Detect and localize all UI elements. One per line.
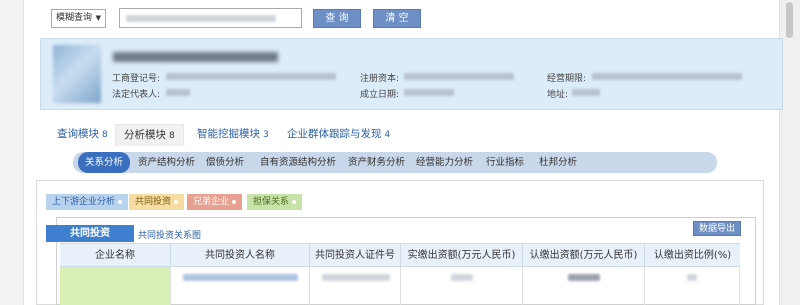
scrollbar-thumb[interactable] [786, 2, 793, 38]
cell-value-redacted [183, 274, 298, 281]
tab-query-module[interactable]: 查询模块 8 [57, 124, 108, 146]
dot-icon [118, 199, 123, 204]
tab-label: 分析模块 [124, 129, 166, 141]
dot-icon [292, 199, 297, 204]
subnav-item-own-resources[interactable]: 自有资源结构分析 [260, 152, 336, 173]
tab-co-investment[interactable]: 共同投资 [46, 225, 134, 242]
cell-value-redacted [451, 274, 473, 281]
search-input-value-redacted [126, 15, 276, 22]
field-value-redacted [404, 73, 514, 80]
tab-label: 智能挖掘模块 [197, 128, 260, 140]
tab-analysis-module[interactable]: 分析模块 8 [115, 124, 184, 146]
field-value-redacted [592, 73, 742, 80]
tab-count: 4 [384, 130, 391, 140]
table-cell-subscribed-capital [522, 267, 644, 305]
table-header: 企业名称 共同投资人名称 共同投资人证件号 实缴出资额(万元人民币) 认缴出资额… [60, 243, 740, 267]
subnav-item-dupont[interactable]: 杜邦分析 [539, 152, 577, 173]
co-investment-graph-link[interactable]: 共同投资关系图 [138, 228, 201, 241]
analysis-subnav: 关系分析 资产结构分析 偿债分析 自有资源结构分析 资产财务分析 经营能力分析 … [73, 152, 717, 173]
column-header: 实缴出资额(万元人民币) [400, 244, 522, 267]
search-input[interactable] [119, 8, 302, 28]
column-header: 认缴出资额(万元人民币) [522, 244, 644, 267]
vertical-scrollbar[interactable] [780, 0, 800, 305]
chevron-down-icon: ▼ [95, 14, 101, 22]
table-cell-investor [170, 267, 309, 305]
company-name-redacted [113, 52, 278, 62]
field-value-redacted [166, 73, 336, 80]
column-header: 共同投资人证件号 [309, 244, 400, 267]
table-cell-paid-capital [400, 267, 522, 305]
clear-button[interactable]: 清 空 [373, 9, 421, 28]
column-header: 企业名称 [95, 250, 135, 261]
subnav-item-industry[interactable]: 行业指标 [486, 152, 524, 173]
tag-co-investment[interactable]: 共同投资 [129, 194, 185, 210]
column-header: 认缴出资比例(%) [644, 244, 740, 267]
field-value-redacted [166, 89, 190, 96]
company-logo-redacted [53, 45, 101, 103]
main-tabs: 查询模块 8 分析模块 8 智能挖掘模块 3 企业群体跟踪与发现 4 [0, 124, 780, 146]
field-label-established: 成立日期: [360, 90, 400, 100]
table-cell-id [309, 267, 400, 305]
field-value-redacted [404, 89, 454, 96]
tab-count: 3 [263, 130, 269, 140]
tab-group-tracking[interactable]: 企业群体跟踪与发现 4 [287, 124, 390, 146]
tag-label: 上下游企业分析 [52, 197, 116, 207]
subnav-item-operating[interactable]: 经营能力分析 [416, 152, 473, 173]
tag-label: 兄弟企业 [193, 197, 230, 207]
column-header: 共同投资人名称 [170, 244, 309, 267]
dot-icon [232, 199, 237, 204]
cell-value-redacted [687, 274, 697, 281]
subnav-item-relation[interactable]: 关系分析 [78, 152, 131, 173]
tag-label: 担保关系 [253, 197, 290, 207]
tag-upstream-downstream[interactable]: 上下游企业分析 [46, 194, 129, 210]
query-button[interactable]: 查 询 [313, 9, 361, 28]
tab-label: 查询模块 [57, 128, 99, 140]
table-cell-company [60, 267, 170, 305]
tag-sibling-company[interactable]: 兄弟企业 [187, 194, 243, 210]
table-row[interactable] [60, 267, 740, 305]
tag-label: 共同投资 [135, 197, 172, 207]
subnav-item-asset-structure[interactable]: 资产结构分析 [138, 152, 195, 173]
table-cell-ratio [644, 267, 740, 305]
cell-value-redacted [568, 274, 600, 281]
subnav-item-solvency[interactable]: 偿债分析 [206, 152, 244, 173]
tab-label: 企业群体跟踪与发现 [287, 128, 382, 140]
tag-guarantee[interactable]: 担保关系 [247, 194, 303, 210]
field-label-business-term: 经营期限: [547, 74, 587, 84]
search-mode-label: 模糊查询 [56, 13, 93, 23]
cell-value-redacted [322, 274, 390, 281]
tab-mining-module[interactable]: 智能挖掘模块 3 [197, 124, 269, 146]
export-button[interactable]: 数据导出 [693, 221, 741, 236]
dot-icon [174, 199, 179, 204]
tab-count: 8 [169, 131, 175, 141]
field-value-redacted [572, 89, 600, 96]
field-label-registration-no: 工商登记号: [112, 74, 161, 84]
tab-count: 8 [102, 130, 108, 140]
field-label-legal-rep: 法定代表人: [112, 90, 161, 100]
search-mode-select[interactable]: 模糊查询 ▼ [51, 9, 106, 28]
field-label-registered-capital: 注册资本: [360, 74, 400, 84]
field-label-address: 地址: [547, 90, 569, 100]
subnav-item-asset-finance[interactable]: 资产财务分析 [348, 152, 405, 173]
